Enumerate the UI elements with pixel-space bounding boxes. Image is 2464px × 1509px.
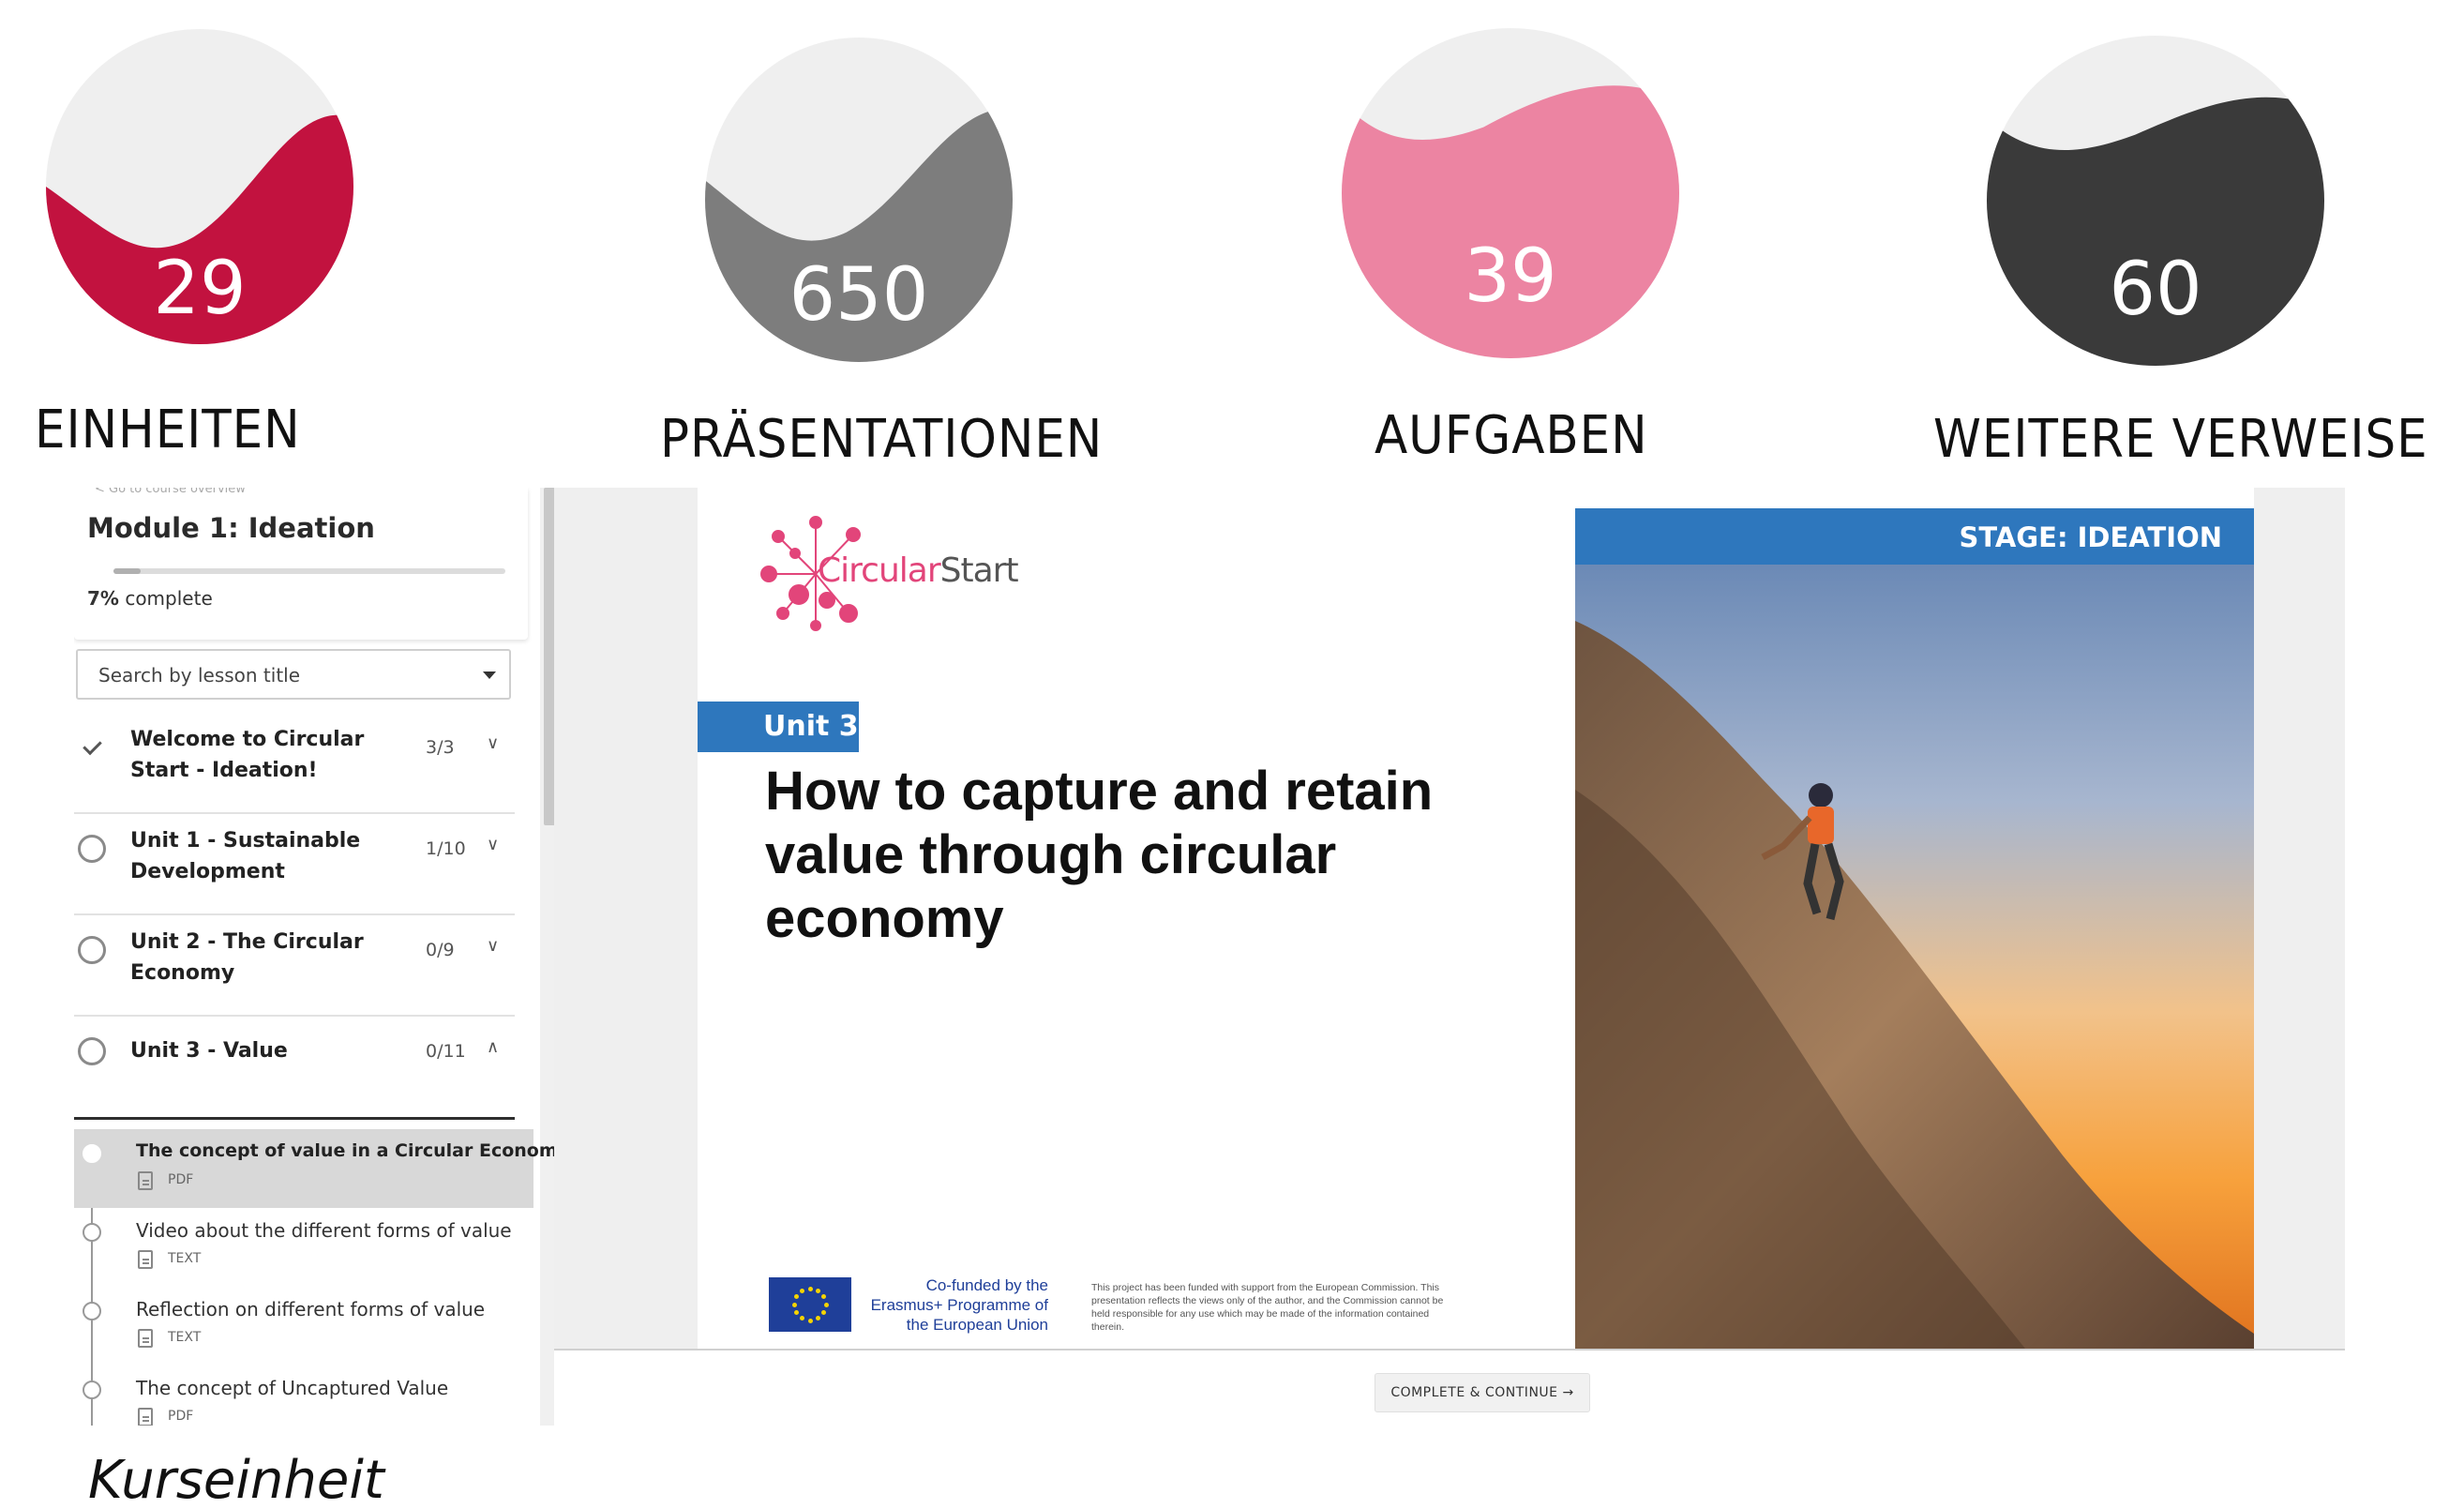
lesson-title: Video about the different forms of value	[136, 1219, 512, 1242]
climber-photo: STAGE: IDEATION	[1575, 508, 2254, 1349]
eu-star-icon	[821, 1310, 827, 1315]
eu-star-icon	[800, 1288, 804, 1293]
unit-count: 0/11	[426, 1041, 466, 1062]
progress-circle-icon	[78, 835, 106, 863]
eu-star-icon	[823, 1302, 829, 1307]
eu-star-icon	[800, 1316, 804, 1321]
course-screenshot: < Go to course overview Module 1: Ideati…	[74, 488, 2345, 1426]
lesson-content: CircularStart Unit 3 How to capture and …	[554, 488, 2345, 1426]
lesson-status-dot	[83, 1302, 101, 1320]
circularstart-logo: CircularStart	[750, 508, 1019, 640]
module-title: Module 1: Ideation	[87, 512, 375, 544]
lesson-title: Reflection on different forms of value	[136, 1298, 486, 1320]
stat-label: AUFGABEN	[1375, 405, 1648, 466]
eu-star-icon	[816, 1288, 820, 1293]
stat-circle: 39	[1342, 28, 1679, 358]
stat-number: 29	[153, 247, 247, 331]
unit-title: Unit 1 - Sustainable Development	[130, 829, 361, 883]
progress-circle-icon	[78, 936, 106, 964]
unit-row[interactable]: Unit 3 - Value 0/11 ∧	[74, 1017, 515, 1120]
lesson-status-dot	[83, 1144, 101, 1163]
lesson-status-dot	[83, 1381, 101, 1399]
eu-disclaimer: This project has been funded with suppor…	[1091, 1282, 1444, 1333]
document-icon	[138, 1408, 153, 1426]
eu-cofunded-text: Co-funded by the Erasmus+ Programme of t…	[870, 1276, 1048, 1334]
progress-suffix: complete	[125, 587, 213, 610]
unit-row[interactable]: Unit 1 - Sustainable Development 1/10 ∨	[74, 814, 515, 915]
chevron-down-icon	[483, 672, 496, 679]
stat-circle: 650	[705, 38, 1013, 362]
progress-circle-icon	[78, 1037, 106, 1065]
module-card: < Go to course overview Module 1: Ideati…	[74, 488, 528, 640]
stat-circle: 60	[1987, 36, 2324, 366]
eu-flag-icon	[769, 1277, 851, 1332]
sidebar-scroll-thumb[interactable]	[544, 488, 554, 825]
course-sidebar: < Go to course overview Module 1: Ideati…	[74, 488, 554, 1426]
stat-circle: 29	[46, 29, 353, 344]
eu-star-icon	[821, 1294, 827, 1299]
logo-text: CircularStart	[818, 551, 1019, 590]
lesson-type: TEXT	[168, 1330, 202, 1345]
document-icon	[138, 1171, 153, 1190]
document-icon	[138, 1250, 153, 1269]
unit-title: Welcome to Circular Start - Ideation!	[130, 728, 365, 782]
eu-star-icon	[807, 1286, 813, 1291]
unit-title: Unit 3 - Value	[130, 1039, 288, 1063]
eu-star-icon	[816, 1316, 820, 1321]
back-to-overview-link[interactable]: < Go to course overview	[95, 488, 246, 496]
stat-label: EINHEITEN	[35, 400, 301, 460]
slide-heading: How to capture and retain value through …	[765, 761, 1434, 949]
check-icon	[78, 733, 106, 762]
lesson-status-dot	[83, 1223, 101, 1242]
lesson-title: The concept of Uncaptured Value	[136, 1377, 449, 1399]
chevron-down-icon[interactable]: ∨	[487, 936, 499, 956]
lesson-item[interactable]: The concept of Uncaptured Value PDF	[74, 1366, 533, 1426]
lesson-type: TEXT	[168, 1251, 202, 1266]
lesson-search-placeholder: Search by lesson title	[98, 664, 301, 687]
complete-continue-button[interactable]: COMPLETE & CONTINUE →	[1375, 1373, 1590, 1412]
unit-count: 0/9	[426, 940, 455, 960]
eu-star-icon	[793, 1294, 799, 1299]
lesson-item[interactable]: Video about the different forms of value…	[74, 1208, 533, 1287]
climber-image	[1575, 508, 2254, 1349]
unit-count: 3/3	[426, 737, 455, 758]
stat-number: 650	[789, 253, 929, 338]
document-icon	[138, 1329, 153, 1348]
stage-banner-text: STAGE: IDEATION	[1959, 521, 2222, 553]
stat-number: 39	[1464, 234, 1557, 319]
progress-value: 7%	[87, 587, 119, 610]
lesson-item[interactable]: The concept of value in a Circular Econo…	[74, 1129, 554, 1208]
stat-label: WEITERE VERWEISE	[1933, 409, 2428, 470]
lesson-search-select[interactable]: Search by lesson title	[76, 649, 511, 700]
unit-title: Unit 2 - The Circular Economy	[130, 930, 364, 985]
unit-count: 1/10	[426, 838, 466, 859]
stat-label: PRÄSENTATIONEN	[660, 409, 1104, 470]
module-progress-bar	[113, 568, 505, 574]
lesson-title: The concept of value in a Circular Econo…	[136, 1140, 554, 1161]
caption: Kurseinheit	[88, 1450, 384, 1509]
module-progress-fill	[113, 568, 142, 574]
eu-star-icon	[793, 1310, 799, 1315]
lesson-type: PDF	[168, 1172, 194, 1187]
unit-row[interactable]: Unit 2 - The Circular Economy 0/9 ∨	[74, 915, 515, 1017]
unit-row[interactable]: Welcome to Circular Start - Ideation! 3/…	[74, 713, 515, 814]
eu-star-icon	[791, 1302, 797, 1307]
stage-banner: STAGE: IDEATION	[1575, 508, 2254, 565]
lesson-item[interactable]: Reflection on different forms of value T…	[74, 1287, 533, 1366]
chevron-down-icon[interactable]: ∨	[487, 733, 499, 753]
progress-text: 7% complete	[87, 587, 213, 610]
chevron-down-icon[interactable]: ∨	[487, 835, 499, 854]
chevron-up-icon[interactable]: ∧	[487, 1037, 499, 1057]
eu-star-icon	[807, 1318, 813, 1323]
unit-badge: Unit 3	[698, 702, 859, 752]
presentation-slide: CircularStart Unit 3 How to capture and …	[698, 488, 2254, 1349]
stat-number: 60	[2109, 248, 2202, 332]
lesson-type: PDF	[168, 1409, 194, 1424]
